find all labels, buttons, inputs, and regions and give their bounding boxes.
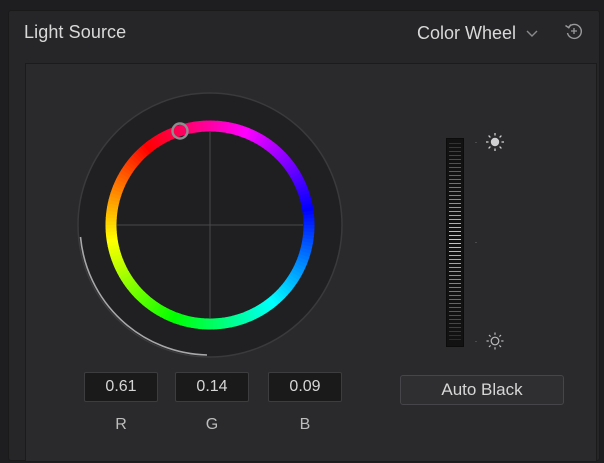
panel-header: Light Source Color Wheel bbox=[9, 11, 599, 55]
slider-tick bbox=[449, 267, 461, 268]
chevron-down-icon bbox=[526, 30, 538, 37]
slider-tick bbox=[449, 211, 461, 212]
g-label: G bbox=[205, 416, 219, 433]
slider-tick bbox=[449, 151, 461, 152]
slider-tick bbox=[449, 235, 461, 236]
slider-tick bbox=[449, 315, 461, 316]
auto-black-button[interactable]: Auto Black bbox=[400, 375, 564, 405]
slider-tick bbox=[449, 283, 461, 284]
slider-marker-bottom bbox=[475, 341, 477, 342]
slider-tick bbox=[449, 263, 461, 264]
r-label: R bbox=[115, 416, 127, 433]
slider-tick bbox=[449, 175, 461, 176]
slider-tick bbox=[449, 319, 461, 320]
slider-tick bbox=[449, 287, 461, 288]
sun-dim-icon bbox=[486, 332, 504, 350]
slider-tick bbox=[449, 183, 461, 184]
slider-tick bbox=[449, 243, 461, 244]
slider-tick bbox=[449, 159, 461, 160]
slider-tick bbox=[449, 259, 461, 260]
slider-tick bbox=[449, 311, 461, 312]
slider-tick bbox=[449, 203, 461, 204]
slider-tick bbox=[449, 279, 461, 280]
panel-title: Light Source bbox=[24, 22, 127, 42]
sun-bright-icon bbox=[486, 133, 504, 151]
slider-tick bbox=[449, 167, 461, 168]
r-value-field[interactable]: 0.61 bbox=[84, 372, 158, 402]
slider-tick bbox=[449, 323, 461, 324]
slider-tick bbox=[449, 247, 461, 248]
slider-tick bbox=[449, 223, 461, 224]
slider-tick bbox=[449, 271, 461, 272]
light-source-panel: Light Source Color Wheel 0.61 0.14 0.09 … bbox=[8, 10, 600, 462]
slider-marker-top bbox=[475, 142, 477, 143]
b-label: B bbox=[299, 416, 311, 433]
slider-marker-mid bbox=[475, 242, 477, 243]
slider-tick bbox=[449, 207, 461, 208]
slider-tick bbox=[449, 143, 461, 144]
slider-tick bbox=[449, 327, 461, 328]
brightness-slider[interactable] bbox=[446, 138, 464, 347]
slider-tick bbox=[449, 307, 461, 308]
slider-tick bbox=[449, 231, 461, 232]
slider-tick bbox=[449, 251, 461, 252]
g-value-field[interactable]: 0.14 bbox=[175, 372, 249, 402]
slider-tick bbox=[449, 191, 461, 192]
slider-tick bbox=[449, 163, 461, 164]
color-wheel[interactable] bbox=[75, 90, 345, 360]
slider-tick bbox=[449, 171, 461, 172]
slider-tick bbox=[449, 331, 461, 332]
slider-tick bbox=[449, 299, 461, 300]
slider-tick bbox=[449, 339, 461, 340]
slider-tick bbox=[449, 179, 461, 180]
slider-tick bbox=[449, 239, 461, 240]
slider-tick bbox=[449, 219, 461, 220]
slider-tick bbox=[449, 227, 461, 228]
panel-content: 0.61 0.14 0.09 R G B Auto Black bbox=[25, 63, 597, 462]
slider-tick bbox=[449, 199, 461, 200]
slider-tick bbox=[449, 291, 461, 292]
slider-tick bbox=[449, 147, 461, 148]
mode-dropdown[interactable]: Color Wheel bbox=[417, 21, 540, 45]
slider-tick bbox=[449, 155, 461, 156]
color-wheel-svg bbox=[77, 92, 343, 358]
slider-tick bbox=[449, 295, 461, 296]
slider-tick bbox=[449, 195, 461, 196]
slider-tick bbox=[449, 335, 461, 336]
slider-tick bbox=[449, 187, 461, 188]
slider-tick bbox=[449, 275, 461, 276]
slider-tick bbox=[449, 303, 461, 304]
mode-dropdown-label: Color Wheel bbox=[417, 22, 517, 43]
reset-icon[interactable] bbox=[562, 19, 586, 43]
b-value-field[interactable]: 0.09 bbox=[268, 372, 342, 402]
slider-tick bbox=[449, 215, 461, 216]
slider-tick bbox=[449, 255, 461, 256]
